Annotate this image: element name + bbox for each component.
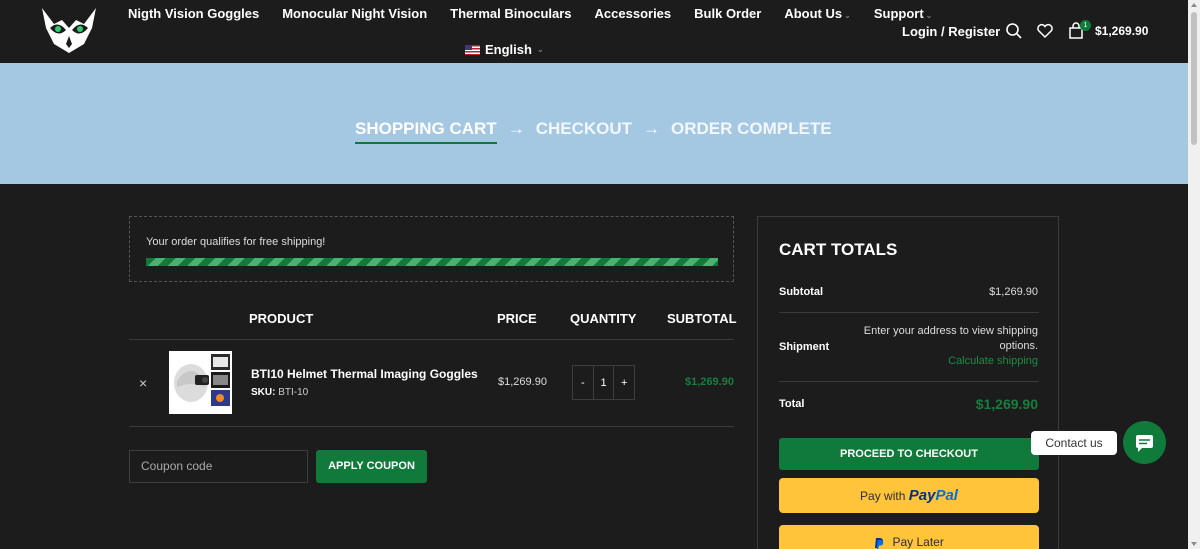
nav-label: Nigth Vision Goggles [128,6,260,21]
item-price: $1,269.90 [498,376,547,388]
free-shipping-text: Your order qualifies for free shipping! [146,236,326,248]
nav-item-night-vision-goggles[interactable]: Nigth Vision Goggles [128,6,259,21]
divider [779,312,1039,313]
sku-label: SKU: [251,387,276,398]
checkout-steps-banner: SHOPPING CART → CHECKOUT → ORDER COMPLET… [0,63,1188,184]
nav-item-about-us[interactable]: About Us ⌄ [784,6,850,21]
calculate-shipping-link[interactable]: Calculate shipping [848,354,1038,369]
nav-label: Support [873,6,924,21]
shipment-label: Shipment [779,341,830,353]
subtotal-value: $1,269.90 [989,286,1038,298]
product-name-link[interactable]: BTI10 Helmet Thermal Imaging Goggles [251,367,478,381]
step-checkout[interactable]: CHECKOUT [536,119,632,139]
subtotal-label: Subtotal [779,286,823,298]
us-flag-icon [465,44,480,55]
pay-later-button[interactable]: Pay Later [779,525,1039,549]
cart-totals-panel: CART TOTALS Subtotal $1,269.90 Shipment … [757,216,1059,549]
quantity-stepper: - 1 + [572,365,635,400]
checkout-steps: SHOPPING CART → CHECKOUT → ORDER COMPLET… [355,114,832,144]
divider [779,381,1039,382]
free-shipping-notice: Your order qualifies for free shipping! [129,216,734,282]
shipment-info: Enter your address to view shipping opti… [848,324,1038,369]
heart-icon[interactable] [1036,22,1054,40]
header: Nigth Vision Goggles Monocular Night Vis… [0,0,1188,63]
nav-item-bulk-order[interactable]: Bulk Order [694,6,761,21]
arrow-right-icon: → [507,119,525,138]
nav-item-support[interactable]: Support ⌄ [874,6,933,21]
scrollbar-thumb[interactable] [1191,12,1197,145]
search-icon[interactable] [1005,22,1023,40]
chevron-down-icon: ⌄ [536,45,544,54]
scroll-up-arrow-icon[interactable] [1191,3,1197,7]
total-value: $1,269.90 [975,396,1038,412]
arrow-right-icon: → [643,119,661,138]
step-order-complete[interactable]: ORDER COMPLETE [671,119,832,139]
language-label: English [485,42,532,57]
qty-input[interactable]: 1 [592,366,615,399]
col-header-subtotal: SUBTOTAL [667,311,737,326]
product-thumbnail[interactable] [169,351,232,414]
contact-us-bubble[interactable]: Contact us [1031,431,1117,455]
nav-label: Monocular Night Vision [282,6,428,21]
cart-count-badge: 1 [1080,20,1091,31]
qty-decrease-button[interactable]: - [573,366,593,399]
total-label: Total [779,398,805,410]
login-register-link[interactable]: Login / Register [902,24,1000,39]
divider [129,339,734,340]
cart-totals-title: CART TOTALS [779,240,898,259]
shipment-text: Enter your address to view shipping opti… [863,325,1038,352]
pay-later-label: Pay Later [892,535,944,549]
item-subtotal: $1,269.90 [685,376,734,388]
qty-increase-button[interactable]: + [614,366,634,399]
chevron-down-icon: ⌄ [844,11,851,20]
sku-value: BTI-10 [278,387,309,398]
header-cart-total[interactable]: $1,269.90 [1095,24,1148,38]
nav-label: Thermal Binoculars [450,6,572,21]
nav-label: Bulk Order [694,6,762,21]
coupon-code-input[interactable]: Coupon code [129,450,308,483]
nav-item-accessories[interactable]: Accessories [595,6,672,21]
owl-logo-icon[interactable] [40,6,98,54]
page-scrollbar[interactable] [1188,0,1200,549]
scroll-down-arrow-icon[interactable] [1191,542,1197,546]
remove-item-button[interactable]: × [139,375,147,391]
col-header-product: PRODUCT [249,311,314,326]
nav-item-thermal-binoculars[interactable]: Thermal Binoculars [450,6,571,21]
paypal-p-icon [875,537,884,549]
nav-item-monocular[interactable]: Monocular Night Vision [282,6,427,21]
product-sku: SKU: BTI-10 [251,387,308,398]
paypal-logo-pal: Pal [935,487,958,504]
proceed-to-checkout-button[interactable]: PROCEED TO CHECKOUT [779,438,1039,470]
col-header-quantity: QUANTITY [570,311,637,326]
nav-label: About Us [784,6,843,21]
language-switcher[interactable]: English ⌄ [465,42,544,57]
paypal-button[interactable]: Pay with PayPal [779,478,1039,513]
nav-label: Accessories [594,6,672,21]
col-header-price: PRICE [497,311,537,326]
divider [129,426,734,427]
chevron-down-icon: ⌄ [925,11,933,20]
step-shopping-cart[interactable]: SHOPPING CART [355,119,497,144]
free-shipping-progress-bar [146,258,718,266]
chat-icon[interactable] [1123,421,1166,464]
paypal-logo-pay: Pay [908,487,936,504]
apply-coupon-button[interactable]: APPLY COUPON [316,450,427,483]
paypal-prefix: Pay with [860,489,906,503]
main-nav: Nigth Vision Goggles Monocular Night Vis… [128,6,955,21]
